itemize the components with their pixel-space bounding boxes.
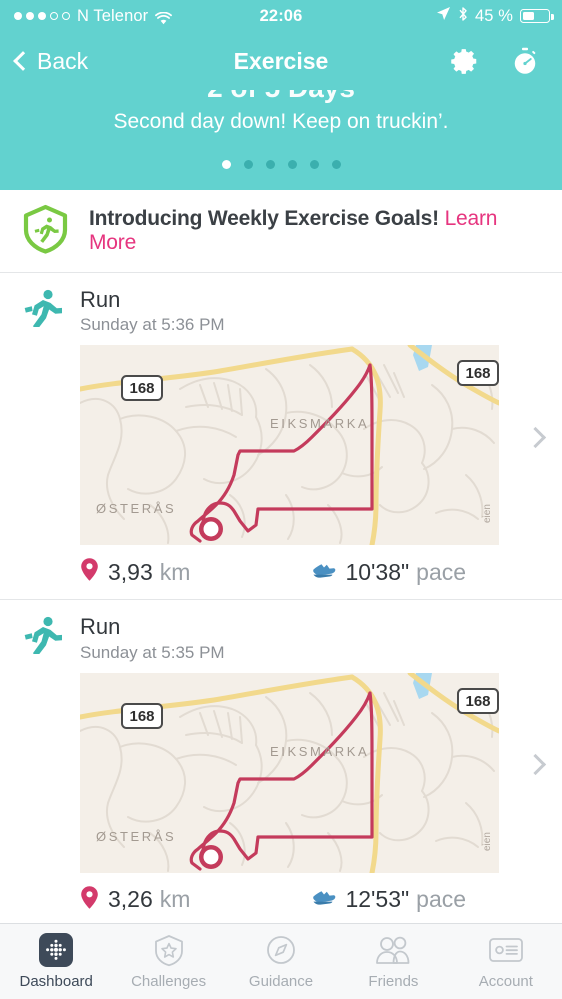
navigation-actions [450, 46, 546, 76]
running-shoe-icon [312, 887, 336, 912]
distance-stat: 3,26 km [80, 885, 190, 915]
tab-guidance[interactable]: Guidance [225, 933, 337, 990]
location-arrow-icon [436, 6, 451, 26]
page-dot[interactable] [243, 159, 253, 169]
tab-bar: Dashboard Challenges Guidance Friends Ac… [0, 923, 562, 999]
people-icon [374, 933, 412, 967]
chevron-right-icon[interactable] [528, 753, 542, 775]
map-place-label: ØSTERÅS [96, 501, 176, 516]
map-place-label: EIKSMARKA [270, 744, 369, 759]
distance-value: 3,26 [108, 886, 153, 913]
pace-unit: pace [416, 886, 467, 913]
tab-friends-label: Friends [368, 973, 419, 990]
pace-stat: 12'53" pace [312, 886, 466, 913]
map-pin-icon [80, 557, 99, 587]
tab-guidance-label: Guidance [248, 973, 314, 990]
exercise-stats: 3,93 km 10'38" pace [0, 545, 562, 587]
pace-stat: 10'38" pace [312, 559, 466, 586]
map-place-label: ØSTERÅS [96, 829, 176, 844]
goal-carousel[interactable]: 2 of 5 Days Second day down! Keep on tru… [0, 90, 562, 190]
goal-title: 2 of 5 Days [207, 90, 355, 104]
map-street-label: eien [482, 832, 493, 851]
carousel-page-dots[interactable] [221, 159, 341, 169]
running-shoe-icon [312, 560, 336, 585]
highway-shield: 168 [121, 702, 163, 729]
fitbit-dots-icon [39, 933, 74, 967]
id-card-icon [488, 933, 524, 967]
status-bar: N Telenor 22:06 45 % [0, 0, 562, 32]
tab-account-label: Account [478, 973, 533, 990]
exercise-card-titles: Run Sunday at 5:35 PM [80, 614, 225, 662]
pace-unit: pace [416, 558, 467, 585]
pace-value: 12'53" [345, 886, 410, 913]
route-map[interactable]: EIKSMARKA ØSTERÅS eien 168 168 [80, 345, 499, 546]
tab-dashboard-label: Dashboard [19, 973, 93, 990]
distance-unit: km [159, 558, 191, 585]
exercise-card-titles: Run Sunday at 5:36 PM [80, 287, 225, 335]
battery-percent-label: 45 % [474, 6, 513, 25]
app-screen: N Telenor 22:06 45 % Back Exercise Secon… [0, 0, 562, 999]
svg-text:168: 168 [129, 380, 154, 397]
exercise-card-header: Run Sunday at 5:36 PM [0, 287, 562, 335]
distance-stat: 3,93 km [80, 557, 190, 587]
signal-strength-icon [14, 12, 70, 20]
bluetooth-icon [458, 6, 468, 27]
tab-dashboard[interactable]: Dashboard [0, 933, 112, 990]
back-button[interactable]: Back [13, 47, 89, 75]
exercise-stats: 3,26 km 12'53" pace [0, 873, 562, 915]
exercise-card[interactable]: Run Sunday at 5:35 PM EIKSMARKA ØSTERÅS … [0, 600, 562, 923]
compass-icon [264, 933, 298, 967]
highway-shield: 168 [457, 687, 499, 714]
page-dot[interactable] [221, 159, 231, 169]
tab-challenges-label: Challenges [131, 973, 207, 990]
page-dot[interactable] [309, 159, 319, 169]
runner-icon [24, 614, 63, 659]
exercise-card[interactable]: Run Sunday at 5:36 PM EIKSMARKA ØSTERÅS … [0, 273, 562, 601]
page-dot[interactable] [331, 159, 341, 169]
page-dot[interactable] [265, 159, 275, 169]
chevron-left-icon [13, 51, 33, 71]
carrier-label: N Telenor [77, 6, 149, 25]
distance-unit: km [159, 886, 191, 913]
shield-star-icon [152, 933, 186, 967]
exercise-list: Run Sunday at 5:36 PM EIKSMARKA ØSTERÅS … [0, 273, 562, 923]
svg-text:168: 168 [129, 708, 154, 725]
svg-text:168: 168 [465, 693, 490, 710]
shield-runner-icon [22, 204, 69, 259]
promo-headline: Introducing Weekly Exercise Goals! [89, 207, 439, 230]
exercise-timestamp: Sunday at 5:35 PM [80, 642, 225, 662]
pace-value: 10'38" [345, 558, 410, 585]
exercise-type: Run [80, 287, 121, 312]
navigation-bar: Back Exercise [0, 32, 562, 90]
status-bar-right: 45 % [436, 6, 562, 27]
exercise-card-header: Run Sunday at 5:35 PM [0, 614, 562, 662]
stopwatch-icon[interactable] [510, 46, 540, 76]
weekly-goals-promo-row[interactable]: Introducing Weekly Exercise Goals! Learn… [0, 190, 562, 273]
back-button-label: Back [37, 47, 89, 74]
route-map[interactable]: EIKSMARKA ØSTERÅS eien 168 168 [80, 672, 499, 873]
exercise-timestamp: Sunday at 5:36 PM [80, 315, 225, 335]
page-dot[interactable] [287, 159, 297, 169]
map-street-label: eien [482, 504, 493, 523]
exercise-type: Run [80, 614, 121, 640]
runner-icon [24, 287, 63, 332]
highway-shield: 168 [121, 375, 163, 402]
tab-challenges[interactable]: Challenges [112, 933, 224, 990]
svg-text:168: 168 [465, 365, 490, 382]
battery-icon [520, 9, 554, 23]
highway-shield: 168 [457, 360, 499, 387]
goal-subtitle: Second day down! Keep on truckin’. [113, 109, 449, 133]
tab-account[interactable]: Account [450, 933, 562, 990]
map-pin-icon [80, 885, 99, 915]
distance-value: 3,93 [108, 558, 153, 585]
status-bar-left: N Telenor [0, 6, 173, 26]
gear-icon[interactable] [450, 46, 480, 76]
wifi-icon [155, 10, 173, 24]
map-place-label: EIKSMARKA [270, 416, 369, 431]
tab-friends[interactable]: Friends [337, 933, 449, 990]
promo-text: Introducing Weekly Exercise Goals! Learn… [89, 207, 540, 255]
chevron-right-icon[interactable] [528, 426, 542, 448]
